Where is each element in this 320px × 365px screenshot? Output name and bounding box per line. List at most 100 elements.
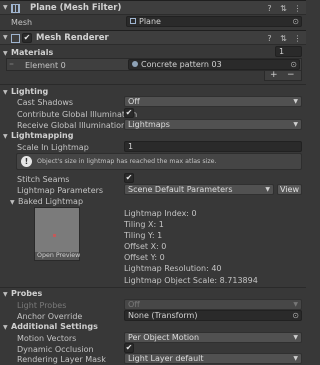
preset-icon[interactable]: ⇅ — [279, 34, 288, 43]
dropdown-caret-icon: ▼ — [265, 186, 270, 193]
additional-settings-foldout[interactable]: ▼ Additional Settings — [3, 322, 98, 331]
dynamic-occlusion-checkbox[interactable]: ✔ — [124, 343, 134, 353]
scale-value: 1 — [128, 142, 134, 151]
cast-shadows-label: Cast Shadows — [17, 98, 74, 107]
more-icon[interactable]: ⋮ — [293, 34, 302, 43]
lightmap-preview[interactable]: Open Preview — [34, 207, 80, 261]
material-element-field[interactable]: Concrete pattern 03 ⊙ — [128, 59, 300, 70]
more-icon[interactable]: ⋮ — [293, 4, 302, 13]
chevron-down-icon: ▼ — [3, 133, 8, 140]
receive-gi-dropdown[interactable]: Lightmaps ▼ — [124, 119, 302, 130]
preset-icon[interactable]: ⇅ — [279, 4, 288, 13]
materials-foldout[interactable]: ▼ Materials — [3, 48, 53, 57]
warning-icon: ! — [21, 156, 32, 167]
dropdown-caret-icon: ▼ — [293, 301, 298, 308]
material-value: Concrete pattern 03 — [141, 60, 222, 69]
warning-box: ! Object's size in lightmap has reached … — [16, 153, 302, 170]
lightmapping-foldout[interactable]: ▼ Lightmapping — [3, 131, 73, 140]
lightmap-index: Lightmap Index: 0 — [124, 209, 197, 218]
scale-in-lightmap-field[interactable]: 1 — [124, 141, 302, 152]
tiling-y: Tiling Y: 1 — [124, 231, 163, 241]
additional-settings-header: Additional Settings — [11, 322, 98, 331]
mesh-renderer-header[interactable]: ▼ ✔ Mesh Renderer ? ⇅ ⋮ — [0, 30, 306, 45]
mesh-renderer-icon — [11, 34, 20, 43]
materials-header: Materials — [11, 48, 54, 57]
mesh-filter-header[interactable]: ▼ Plane (Mesh Filter) ? ⇅ ⋮ — [0, 0, 306, 15]
chevron-down-icon: ▼ — [10, 199, 15, 206]
light-probes-dropdown: Off ▼ — [124, 299, 302, 310]
divider — [0, 287, 306, 288]
rendering-layer-mask-dropdown[interactable]: Light Layer default ▼ — [124, 353, 302, 364]
enabled-checkbox[interactable]: ✔ — [22, 33, 32, 43]
light-probes-label: Light Probes — [17, 301, 67, 310]
add-element-icon[interactable]: + — [270, 70, 278, 80]
open-preview-label[interactable]: Open Preview — [37, 252, 80, 259]
remove-element-icon[interactable]: − — [287, 70, 295, 80]
offset-x: Offset X: 0 — [124, 242, 167, 252]
scale-in-lightmap-label: Scale In Lightmap — [17, 143, 89, 152]
header-icons: ? ⇅ ⋮ — [265, 4, 302, 13]
grid-mesh-icon — [11, 4, 20, 13]
baked-lightmap-foldout[interactable]: ▼ Baked Lightmap — [10, 197, 83, 206]
dropdown-caret-icon: ▼ — [293, 355, 298, 362]
lightmap-params-dropdown[interactable]: Scene Default Parameters ▼ — [124, 184, 274, 195]
baked-lightmap-header: Baked Lightmap — [18, 197, 84, 206]
anchor-override-field[interactable]: None (Transform) ⊙ — [124, 310, 302, 321]
dropdown-caret-icon: ▼ — [293, 334, 298, 341]
anchor-override-label: Anchor Override — [17, 312, 83, 321]
motion-vectors-label: Motion Vectors — [17, 334, 77, 343]
receive-gi-value: Lightmaps — [128, 120, 170, 129]
materials-count: 1 — [279, 47, 285, 56]
mesh-field[interactable]: Plane ⊙ — [126, 16, 302, 27]
lightmap-thumbnail — [35, 208, 79, 252]
foldout-arrow-icon[interactable]: ▼ — [3, 4, 8, 11]
stitch-seams-label: Stitch Seams — [17, 175, 70, 184]
dropdown-caret-icon: ▼ — [293, 98, 298, 105]
cast-shadows-dropdown[interactable]: Off ▼ — [124, 96, 302, 107]
object-picker-icon[interactable]: ⊙ — [292, 311, 299, 320]
lightmap-marker — [53, 234, 56, 237]
lightmapping-header: Lightmapping — [11, 131, 74, 140]
stitch-seams-checkbox[interactable]: ✔ — [124, 173, 134, 183]
object-picker-icon[interactable]: ⊙ — [292, 17, 299, 26]
contribute-gi-label: Contribute Global Illumination — [17, 110, 138, 119]
rendering-layer-mask-value: Light Layer default — [128, 354, 204, 363]
lighting-header: Lighting — [11, 87, 49, 96]
mesh-type-icon — [130, 18, 136, 24]
chevron-down-icon: ▼ — [3, 89, 8, 96]
element-0-label: Element 0 — [25, 61, 66, 70]
light-probes-value: Off — [128, 300, 140, 309]
chevron-down-icon: ▼ — [3, 324, 8, 331]
foldout-arrow-icon[interactable]: ▼ — [3, 34, 8, 41]
divider — [0, 84, 306, 85]
component-title: Plane (Mesh Filter) — [30, 3, 122, 13]
component-title: Mesh Renderer — [36, 33, 109, 43]
materials-count-field[interactable]: 1 — [275, 46, 302, 57]
lightmap-resolution: Lightmap Resolution: 40 — [124, 264, 222, 274]
dynamic-occlusion-label: Dynamic Occlusion — [17, 345, 94, 354]
offset-y: Offset Y: 0 — [124, 253, 165, 263]
tiling-x: Tiling X: 1 — [124, 220, 164, 230]
anchor-override-value: None (Transform) — [128, 311, 198, 320]
chevron-down-icon: ▼ — [3, 291, 8, 298]
motion-vectors-dropdown[interactable]: Per Object Motion ▼ — [124, 332, 302, 343]
lightmap-object-scale: Lightmap Object Scale: 8.713894 — [124, 275, 258, 285]
lighting-foldout[interactable]: ▼ Lighting — [3, 87, 48, 96]
mesh-value: Plane — [139, 17, 161, 26]
contribute-gi-checkbox[interactable]: ✔ — [124, 108, 134, 118]
lightmap-params-label: Lightmap Parameters — [17, 186, 104, 195]
motion-vectors-value: Per Object Motion — [128, 333, 200, 342]
dropdown-caret-icon: ▼ — [293, 121, 298, 128]
view-button[interactable]: View — [277, 184, 302, 195]
lightmap-info: Lightmap Index: 0 Tiling X: 1 Tiling Y: … — [124, 208, 258, 286]
help-icon[interactable]: ? — [265, 34, 274, 43]
probes-foldout[interactable]: ▼ Probes — [3, 289, 42, 298]
object-picker-icon[interactable]: ⊙ — [290, 60, 297, 69]
receive-gi-label: Receive Global Illumination — [17, 121, 127, 130]
material-sphere-icon — [132, 61, 138, 67]
help-icon[interactable]: ? — [265, 4, 274, 13]
chevron-down-icon: ▼ — [3, 50, 8, 57]
mesh-label: Mesh — [11, 18, 33, 27]
drag-handle-icon[interactable]: = — [9, 61, 14, 68]
lightmap-params-value: Scene Default Parameters — [128, 185, 233, 194]
